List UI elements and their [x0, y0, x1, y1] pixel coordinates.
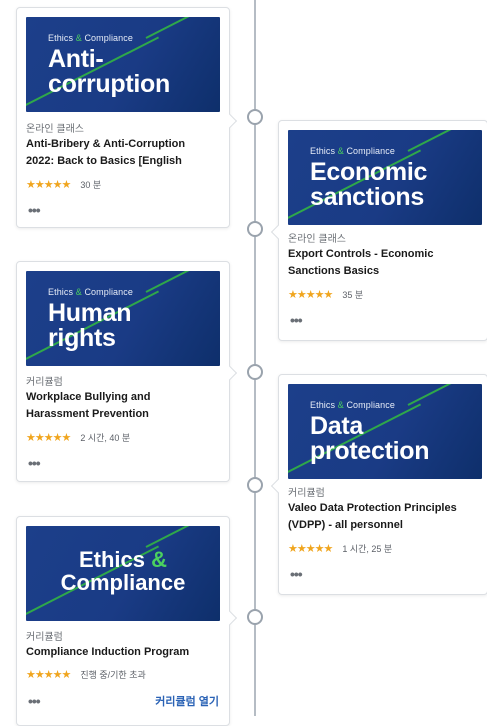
course-rating: ★★★★★ 1 시간, 25 분 [288, 542, 392, 555]
course-type: 커리큘럼 [26, 632, 63, 643]
course-duration: 30 분 [80, 180, 102, 190]
course-card-ethics-compliance[interactable]: Ethics & Compliance 커리큘럼 Compliance Indu… [16, 516, 238, 726]
course-card-data-protection[interactable]: Ethics & Compliance Data protection 커리큘럼… [270, 374, 487, 595]
course-rating: ★★★★★ 진행 중/기한 초과 [26, 668, 146, 681]
course-card-economic-sanctions[interactable]: Ethics & Compliance Economic sanctions 온… [270, 120, 487, 341]
course-duration: 2 시간, 40 분 [80, 433, 131, 443]
thumbnail-title: Anti- corruption [48, 45, 170, 98]
course-duration: 1 시간, 25 분 [342, 544, 393, 554]
course-title[interactable]: Workplace Bullying and Harassment Preven… [26, 389, 222, 423]
more-options-button[interactable]: ••• [28, 694, 41, 708]
course-type: 온라인 클래스 [288, 234, 346, 245]
course-thumbnail[interactable]: Ethics & Compliance Anti- corruption [26, 17, 220, 112]
rating-stars: ★★★★★ [26, 432, 71, 444]
timeline-node [247, 477, 263, 493]
course-rating: ★★★★★ 2 시간, 40 분 [26, 431, 130, 444]
course-type: 온라인 클래스 [26, 124, 84, 135]
thumbnail-eyebrow: Ethics & Compliance [310, 146, 395, 156]
course-title[interactable]: Compliance Induction Program [26, 644, 222, 661]
card-pointer [222, 610, 238, 626]
card-pointer [222, 365, 238, 381]
thumbnail-title: Human rights [48, 299, 132, 352]
more-options-button[interactable]: ••• [290, 313, 303, 327]
timeline-node [247, 221, 263, 237]
course-thumbnail[interactable]: Ethics & Compliance Human rights [26, 271, 220, 366]
course-thumbnail[interactable]: Ethics & Compliance [26, 526, 220, 621]
more-options-button[interactable]: ••• [290, 567, 303, 581]
rating-stars: ★★★★★ [288, 543, 333, 555]
timeline-node [247, 109, 263, 125]
thumbnail-title: Economic sanctions [310, 158, 428, 211]
timeline-node [247, 364, 263, 380]
timeline-node [247, 609, 263, 625]
course-title[interactable]: Anti-Bribery & Anti-Corruption 2022: Bac… [26, 136, 222, 170]
thumbnail-title: Ethics & Compliance [60, 547, 186, 595]
course-title[interactable]: Export Controls - Economic Sanctions Bas… [288, 246, 484, 280]
rating-stars: ★★★★★ [26, 179, 71, 191]
thumbnail-eyebrow: Ethics & Compliance [310, 400, 395, 410]
more-options-button[interactable]: ••• [28, 203, 41, 217]
course-type: 커리큘럼 [26, 377, 63, 388]
course-rating: ★★★★★ 30 분 [26, 178, 101, 191]
thumbnail-eyebrow: Ethics & Compliance [48, 287, 133, 297]
course-duration: 35 분 [342, 290, 364, 300]
rating-stars: ★★★★★ [26, 669, 71, 681]
course-title[interactable]: Valeo Data Protection Principles (VDPP) … [288, 500, 484, 534]
course-status: 진행 중/기한 초과 [80, 670, 146, 680]
thumbnail-title: Data protection [310, 412, 430, 465]
course-thumbnail[interactable]: Ethics & Compliance Data protection [288, 384, 482, 479]
card-pointer [270, 478, 286, 494]
course-type: 커리큘럼 [288, 488, 325, 499]
card-pointer [222, 113, 238, 129]
thumbnail-eyebrow: Ethics & Compliance [48, 33, 133, 43]
course-card-human-rights[interactable]: Ethics & Compliance Human rights 커리큘럼 Wo… [16, 261, 238, 482]
course-rating: ★★★★★ 35 분 [288, 288, 363, 301]
more-options-button[interactable]: ••• [28, 456, 41, 470]
course-card-anti-corruption[interactable]: Ethics & Compliance Anti- corruption 온라인… [16, 7, 238, 228]
rating-stars: ★★★★★ [288, 289, 333, 301]
course-thumbnail[interactable]: Ethics & Compliance Economic sanctions [288, 130, 482, 225]
card-pointer [270, 224, 286, 240]
open-curriculum-link[interactable]: 커리큘럼 열기 [155, 693, 219, 709]
